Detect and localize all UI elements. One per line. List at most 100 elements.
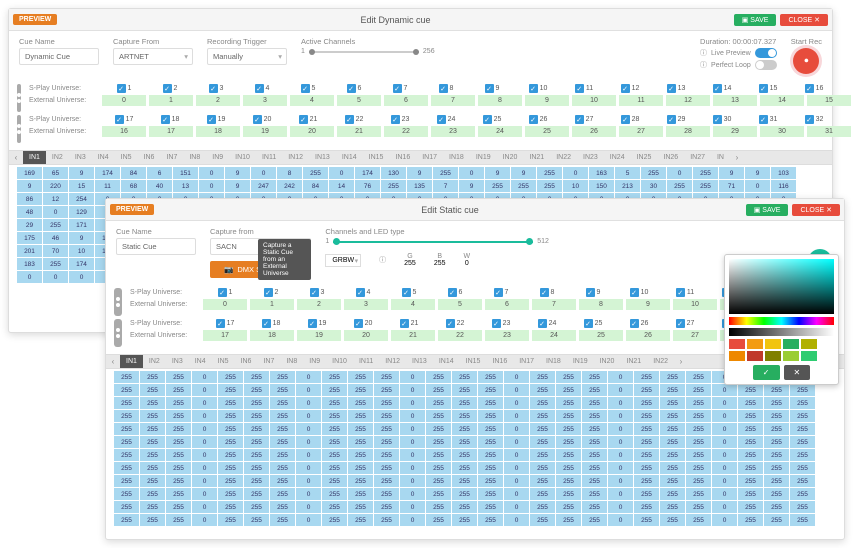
channel-cell[interactable]: 0 [296,423,321,435]
channel-cell[interactable]: 255 [634,384,659,396]
channel-cell[interactable]: 255 [478,462,503,474]
input-tab[interactable]: IN10 [229,151,256,164]
channel-cell[interactable]: 255 [43,258,68,270]
channel-cell[interactable]: 255 [478,475,503,487]
channel-cell[interactable]: 255 [218,449,243,461]
input-tab[interactable]: IN8 [183,151,206,164]
channel-cell[interactable]: 255 [140,475,165,487]
universe-checkbox[interactable]: ✓18 [249,319,293,328]
channel-cell[interactable]: 255 [270,449,295,461]
channel-cell[interactable]: 255 [244,410,269,422]
tab-prev[interactable]: ‹ [9,153,23,162]
channel-cell[interactable]: 255 [686,501,711,513]
color-swatch[interactable] [747,351,763,361]
universe-checkbox[interactable]: ✓31 [746,115,790,124]
channel-cell[interactable]: 255 [114,410,139,422]
input-tab[interactable]: IN19 [470,151,497,164]
channel-cell[interactable]: 255 [452,449,477,461]
universe-checkbox[interactable]: ✓26 [516,115,560,124]
channel-cell[interactable]: 255 [478,410,503,422]
channel-cell[interactable]: 255 [790,475,815,487]
channel-cell[interactable]: 255 [530,410,555,422]
channel-cell[interactable]: 255 [582,514,607,526]
channel-cell[interactable]: 255 [452,423,477,435]
channel-cell[interactable]: 255 [478,501,503,513]
channel-cell[interactable]: 9 [745,167,770,179]
universe-handle[interactable] [114,288,122,316]
channel-cell[interactable]: 255 [426,488,451,500]
channel-cell[interactable]: 171 [69,219,94,231]
input-tab[interactable]: IN2 [46,151,69,164]
channel-cell[interactable]: 255 [582,462,607,474]
preview-button[interactable]: PREVIEW [110,204,154,215]
channel-cell[interactable]: 0 [199,180,224,192]
input-tab[interactable]: IN1 [23,151,46,164]
channel-cell[interactable]: 0 [712,384,737,396]
channel-cell[interactable]: 255 [660,384,685,396]
channel-cell[interactable]: 255 [582,501,607,513]
universe-checkbox[interactable]: ✓17 [203,319,247,328]
channel-cell[interactable]: 255 [478,423,503,435]
channel-cell[interactable]: 255 [511,180,536,192]
channel-cell[interactable]: 255 [348,488,373,500]
channel-cell[interactable]: 247 [251,180,276,192]
channel-cell[interactable]: 9 [407,167,432,179]
channel-cell[interactable]: 169 [17,167,42,179]
input-tab[interactable]: IN16 [486,355,513,368]
input-tab[interactable]: IN4 [189,355,212,368]
channel-cell[interactable]: 255 [218,514,243,526]
channel-cell[interactable]: 255 [348,436,373,448]
cue-name-input[interactable]: Static Cue [116,238,196,255]
channel-cell[interactable]: 0 [400,397,425,409]
channel-cell[interactable]: 255 [140,449,165,461]
channel-cell[interactable]: 255 [452,462,477,474]
channel-range[interactable] [333,241,533,243]
channel-cell[interactable]: 163 [589,167,614,179]
channel-cell[interactable]: 255 [166,436,191,448]
channel-cell[interactable]: 0 [199,167,224,179]
channel-cell[interactable]: 255 [140,423,165,435]
channel-cell[interactable]: 0 [608,384,633,396]
channel-cell[interactable]: 0 [504,397,529,409]
channel-cell[interactable]: 14 [329,180,354,192]
channel-cell[interactable]: 255 [426,462,451,474]
channel-cell[interactable]: 255 [764,410,789,422]
channel-cell[interactable]: 0 [192,410,217,422]
universe-handle[interactable] [17,84,21,112]
channel-cell[interactable]: 0 [608,449,633,461]
channel-cell[interactable]: 255 [166,501,191,513]
input-tab[interactable]: IN13 [406,355,433,368]
universe-checkbox[interactable]: ✓23 [479,319,523,328]
channel-cell[interactable]: 255 [322,488,347,500]
channel-cell[interactable]: 255 [738,449,763,461]
channel-cell[interactable]: 255 [530,423,555,435]
channel-cell[interactable]: 0 [504,462,529,474]
channel-cell[interactable]: 255 [270,410,295,422]
channel-cell[interactable]: 255 [530,371,555,383]
channel-cell[interactable]: 255 [660,410,685,422]
channel-cell[interactable]: 0 [608,514,633,526]
channel-cell[interactable]: 255 [530,449,555,461]
channel-cell[interactable]: 255 [166,423,191,435]
universe-checkbox[interactable]: ✓28 [608,115,652,124]
alpha-slider[interactable] [729,328,834,336]
channel-cell[interactable]: 255 [218,475,243,487]
channel-cell[interactable]: 255 [790,423,815,435]
channel-cell[interactable]: 255 [790,488,815,500]
led-type-select[interactable]: GRBW [325,254,361,267]
input-tab[interactable]: IN20 [497,151,524,164]
channel-slider[interactable] [309,51,419,53]
channel-cell[interactable]: 255 [738,501,763,513]
input-tab[interactable]: IN16 [389,151,416,164]
color-swatch[interactable] [801,351,817,361]
universe-checkbox[interactable]: ✓26 [617,319,661,328]
channel-cell[interactable]: 0 [192,449,217,461]
channel-cell[interactable]: 255 [244,423,269,435]
channel-cell[interactable]: 183 [17,258,42,270]
channel-cell[interactable]: 255 [348,475,373,487]
channel-cell[interactable]: 255 [140,397,165,409]
channel-cell[interactable]: 255 [452,384,477,396]
channel-cell[interactable]: 255 [166,410,191,422]
channel-cell[interactable]: 0 [400,384,425,396]
input-tab[interactable]: IN7 [257,355,280,368]
